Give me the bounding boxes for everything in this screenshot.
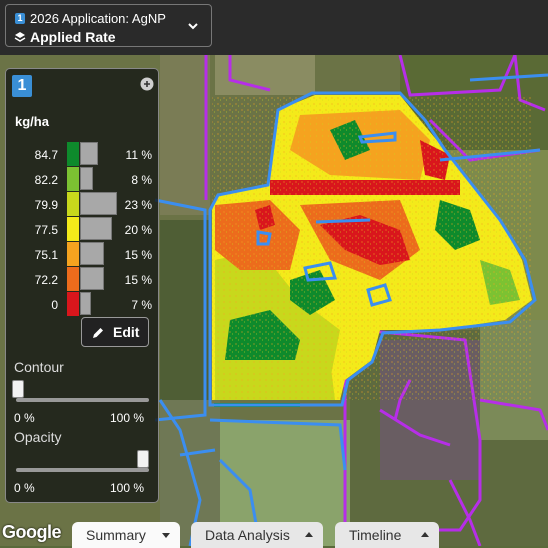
caret-down-icon xyxy=(162,533,170,538)
google-logo: Google xyxy=(2,522,62,542)
legend-percent: 7 % xyxy=(131,298,152,312)
legend-value: 82.2 xyxy=(34,173,58,187)
legend-share-bar xyxy=(80,142,98,165)
legend-swatch xyxy=(67,167,79,191)
opacity-slider-thumb[interactable] xyxy=(137,450,149,468)
contour-slider-thumb[interactable] xyxy=(12,380,24,398)
legend-share-bar xyxy=(80,267,104,290)
contour-max-label: 100 % xyxy=(110,411,145,425)
opacity-min-label: 0 % xyxy=(14,481,35,495)
legend-panel: 1 kg/ha 84.7 11 % 82.2 8 % 79.9 23 % 77.5 20 % 7… xyxy=(5,68,159,503)
opacity-slider-track[interactable] xyxy=(16,468,149,472)
legend-value: 84.7 xyxy=(34,148,58,162)
caret-up-icon xyxy=(305,532,313,537)
layer-number-badge: 1 xyxy=(15,13,25,24)
legend-percent: 11 % xyxy=(125,148,152,162)
contour-label: Contour xyxy=(14,359,64,375)
legend-swatch xyxy=(67,267,79,291)
opacity-label: Opacity xyxy=(14,429,62,445)
legend-swatch xyxy=(67,142,79,166)
legend-swatch xyxy=(67,217,79,241)
legend-swatch xyxy=(67,192,79,216)
legend-swatch xyxy=(67,242,79,266)
tab-data-analysis[interactable]: Data Analysis xyxy=(191,522,323,548)
caret-up-icon xyxy=(421,532,429,537)
legend-percent: 15 % xyxy=(124,273,152,287)
opacity-max-label: 100 % xyxy=(110,481,145,495)
tab-label: Timeline xyxy=(349,527,402,543)
legend-value: 77.5 xyxy=(34,223,58,237)
edit-button[interactable]: Edit xyxy=(81,317,149,347)
pencil-icon xyxy=(93,328,103,338)
legend-share-bar xyxy=(80,292,91,315)
contour-slider-track[interactable] xyxy=(16,398,149,402)
legend-percent: 8 % xyxy=(131,173,152,187)
legend-percent: 23 % xyxy=(124,198,152,212)
collapse-icon[interactable] xyxy=(140,77,154,91)
top-bar: 1 2026 Application: AgNP Applied Rate xyxy=(0,0,548,55)
legend-percent: 15 % xyxy=(124,248,152,262)
tab-timeline[interactable]: Timeline xyxy=(335,522,439,548)
tab-label: Summary xyxy=(86,527,146,543)
legend-layer-badge: 1 xyxy=(12,75,32,97)
legend-percent: 20 % xyxy=(124,223,152,237)
tab-summary[interactable]: Summary xyxy=(72,522,180,548)
layer-type-label: Applied Rate xyxy=(30,29,116,45)
legend-value: 79.9 xyxy=(34,198,58,212)
legend-share-bar xyxy=(80,167,93,190)
chevron-down-icon xyxy=(188,23,198,30)
layer-selector-dropdown[interactable]: 1 2026 Application: AgNP Applied Rate xyxy=(5,4,212,47)
contour-min-label: 0 % xyxy=(14,411,35,425)
edit-label: Edit xyxy=(113,324,140,340)
legend-unit: kg/ha xyxy=(15,114,49,129)
tab-label: Data Analysis xyxy=(205,527,290,543)
legend-value: 72.2 xyxy=(34,273,58,287)
layers-icon xyxy=(14,32,26,42)
legend-share-bar xyxy=(80,242,104,265)
application-name: 2026 Application: AgNP xyxy=(30,11,166,26)
legend-value: 75.1 xyxy=(34,248,58,262)
legend-value: 0 xyxy=(51,298,58,312)
legend-swatch xyxy=(67,292,79,316)
